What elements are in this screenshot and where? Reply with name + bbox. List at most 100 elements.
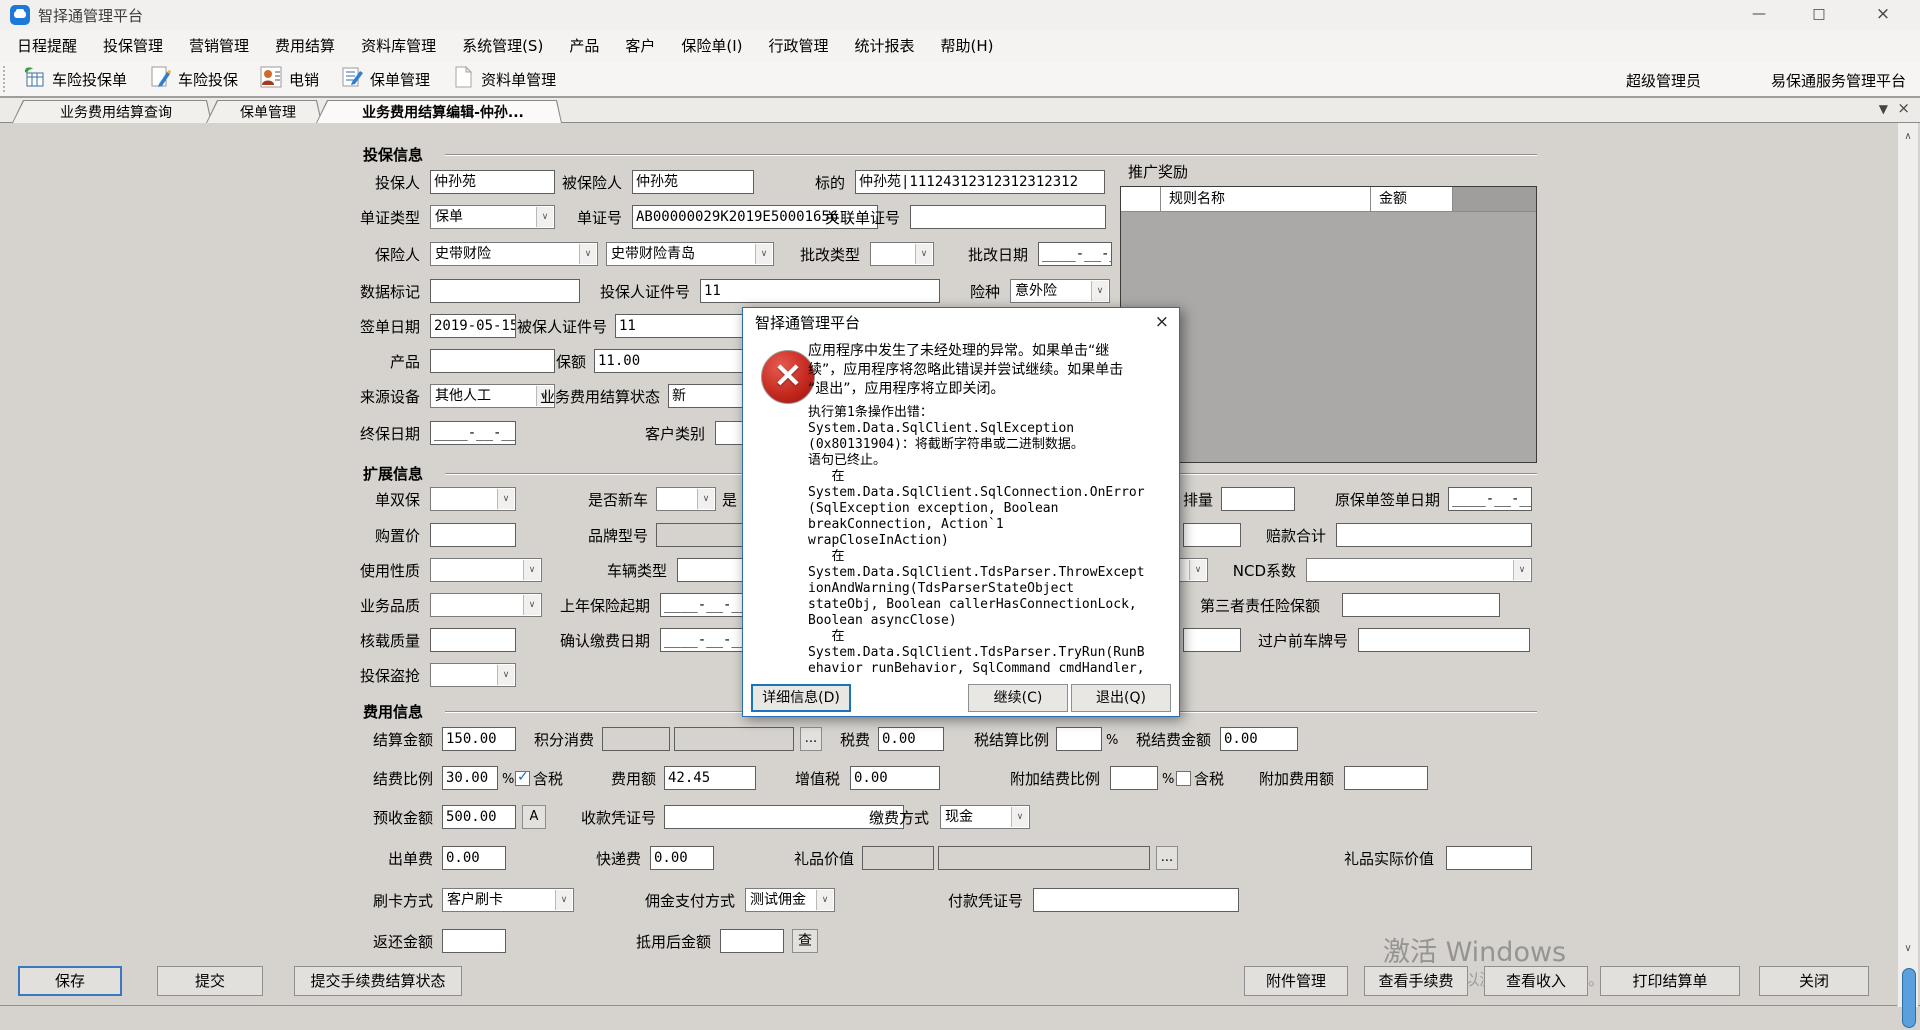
menu-report[interactable]: 统计报表 bbox=[842, 30, 928, 62]
tab-close-icon[interactable]: × bbox=[1897, 99, 1910, 117]
points-input[interactable] bbox=[602, 727, 670, 751]
brand-label: 品牌型号 bbox=[498, 523, 648, 549]
fee-ratio-input[interactable]: 30.00 bbox=[442, 766, 498, 790]
risk-select[interactable]: 意外险 bbox=[1010, 279, 1110, 303]
displacement-input[interactable] bbox=[1221, 487, 1295, 511]
minimize-button[interactable]: — bbox=[1736, 0, 1782, 30]
settle-status-input[interactable]: 新 bbox=[668, 384, 750, 408]
toolbar-label: 车险投保单 bbox=[52, 69, 127, 90]
continue-button[interactable]: 继续(C) bbox=[968, 684, 1068, 712]
last-start-label: 上年保险起期 bbox=[500, 593, 650, 619]
menu-admin[interactable]: 行政管理 bbox=[755, 30, 841, 62]
insured-id-input[interactable]: 11 bbox=[615, 314, 743, 338]
data-mark-label: 数据标记 bbox=[270, 279, 420, 305]
car-insure-button[interactable]: 车险投保 bbox=[141, 63, 252, 95]
menu-bar: 日程提醒 投保管理 营销管理 费用结算 资料库管理 系统管理(S) 产品 客户 … bbox=[0, 30, 1920, 62]
menu-policy[interactable]: 保险单(I) bbox=[668, 30, 755, 62]
tab-list-dropdown-icon[interactable]: ▼ bbox=[1879, 102, 1888, 116]
toolbar-label: 车险投保 bbox=[178, 69, 238, 90]
menu-insure-mgmt[interactable]: 投保管理 bbox=[90, 30, 176, 62]
telesales-button[interactable]: 电销 bbox=[252, 63, 333, 95]
tax-ratio-label: 税结算比例 bbox=[899, 727, 1049, 753]
vertical-scrollbar[interactable]: ∧ ∨ bbox=[1897, 123, 1918, 1007]
menu-product[interactable]: 产品 bbox=[556, 30, 612, 62]
policy-manage-button[interactable]: 保单管理 bbox=[333, 63, 444, 95]
quit-button[interactable]: 退出(Q) bbox=[1071, 684, 1171, 712]
end-date-input[interactable]: ____-__-__ bbox=[430, 421, 516, 445]
submit-button[interactable]: 提交 bbox=[157, 966, 263, 996]
refund-label: 返还金额 bbox=[283, 929, 433, 955]
platform-name: 易保通服务管理平台 bbox=[1771, 70, 1906, 91]
menu-help[interactable]: 帮助(H) bbox=[928, 30, 1007, 62]
scrollbar-thumb[interactable] bbox=[1902, 968, 1916, 1028]
new-car-select[interactable] bbox=[656, 487, 716, 511]
dialog-close-icon[interactable]: × bbox=[1155, 308, 1169, 338]
gift-actual-input[interactable] bbox=[1446, 846, 1532, 870]
insurer-select[interactable]: 史带财险 bbox=[430, 242, 598, 266]
sign-date-label: 签单日期 bbox=[270, 314, 420, 340]
menu-fee-settle[interactable]: 费用结算 bbox=[262, 30, 348, 62]
prev-plate-input[interactable] bbox=[1358, 628, 1530, 652]
menu-marketing[interactable]: 营销管理 bbox=[176, 30, 262, 62]
insured-label: 被保险人 bbox=[472, 170, 622, 196]
prepaid-input[interactable]: 500.00 bbox=[442, 805, 516, 829]
gift-actual-label: 礼品实际价值 bbox=[1284, 846, 1434, 872]
rel-doc-no-label: 关联单证号 bbox=[750, 205, 900, 231]
query-button[interactable]: 查 bbox=[792, 929, 818, 953]
orig-sign-date-input[interactable]: ____-__-__ bbox=[1448, 487, 1532, 511]
pay-receipt-no-input[interactable] bbox=[1033, 888, 1239, 912]
extra-fee-input[interactable] bbox=[1344, 766, 1428, 790]
print-settlement-button[interactable]: 打印结算单 bbox=[1600, 966, 1740, 996]
submit-status-button[interactable]: 提交手续费结算状态 bbox=[294, 966, 462, 996]
toolbar-label: 电销 bbox=[289, 69, 319, 90]
view-fee-button[interactable]: 查看手续费 bbox=[1364, 966, 1468, 996]
amount-input[interactable]: 11.00 bbox=[594, 349, 744, 373]
fee-ratio-label: 结费比例 bbox=[283, 766, 433, 792]
menu-schedule[interactable]: 日程提醒 bbox=[4, 30, 90, 62]
rel-doc-no-input[interactable] bbox=[910, 205, 1106, 229]
usage-label: 使用性质 bbox=[270, 558, 420, 584]
scroll-up-icon[interactable]: ∧ bbox=[1898, 131, 1918, 142]
endorse-date-input[interactable]: ____-__-__ bbox=[1038, 242, 1112, 266]
tax-fee-amount-input[interactable]: 0.00 bbox=[1220, 727, 1298, 751]
close-page-button[interactable]: 关闭 bbox=[1759, 966, 1869, 996]
details-button[interactable]: 详细信息(D) bbox=[751, 684, 851, 712]
scroll-down-icon[interactable]: ∨ bbox=[1898, 943, 1918, 954]
reward-col-selector bbox=[1121, 187, 1161, 212]
pay-method-select[interactable]: 现金 bbox=[940, 805, 1030, 829]
vat-input[interactable]: 0.00 bbox=[850, 766, 940, 790]
endorse-date-label: 批改日期 bbox=[878, 242, 1028, 268]
close-button[interactable]: × bbox=[1860, 0, 1906, 30]
menu-library[interactable]: 资料库管理 bbox=[348, 30, 449, 62]
document-manage-button[interactable]: 资料单管理 bbox=[444, 63, 570, 95]
commission-method-label: 佣金支付方式 bbox=[585, 888, 735, 914]
menu-system[interactable]: 系统管理(S) bbox=[449, 30, 556, 62]
maximize-button[interactable]: □ bbox=[1796, 0, 1842, 30]
card-method-select[interactable]: 客户刷卡 bbox=[442, 888, 574, 912]
gift-value-input[interactable] bbox=[862, 846, 934, 870]
refund-input[interactable] bbox=[442, 929, 506, 953]
car-policy-form-button[interactable]: 车险投保单 bbox=[15, 63, 141, 95]
gift-browse-button[interactable]: ... bbox=[1156, 846, 1178, 870]
menu-customer[interactable]: 客户 bbox=[612, 30, 668, 62]
commission-method-select[interactable]: 测试佣金 bbox=[745, 888, 835, 912]
tab-fee-settle-edit[interactable]: 业务费用结算编辑-仲孙... bbox=[316, 100, 562, 123]
extra-ratio-input[interactable] bbox=[1110, 766, 1158, 790]
gift-detail-input[interactable] bbox=[938, 846, 1150, 870]
insured-input[interactable]: 仲孙苑 bbox=[632, 170, 754, 194]
bottom-divider bbox=[0, 1005, 1920, 1006]
ncd-select[interactable] bbox=[1306, 558, 1532, 582]
tab-fee-settle-query[interactable]: 业务费用结算查询 bbox=[12, 100, 212, 123]
tab-policy-manage[interactable]: 保单管理 bbox=[206, 100, 322, 123]
app-logo-icon bbox=[10, 5, 30, 25]
theft-select[interactable] bbox=[430, 663, 516, 687]
view-income-button[interactable]: 查看收入 bbox=[1484, 966, 1588, 996]
product-label: 产品 bbox=[270, 349, 420, 375]
third-party-input[interactable] bbox=[1342, 593, 1500, 617]
save-button[interactable]: 保存 bbox=[18, 966, 122, 996]
after-offset-input[interactable] bbox=[720, 929, 784, 953]
claim-total-input[interactable] bbox=[1336, 523, 1532, 547]
attachment-button[interactable]: 附件管理 bbox=[1244, 966, 1348, 996]
after-offset-label: 抵用后金额 bbox=[561, 929, 711, 955]
subject-input[interactable]: 仲孙苑|11124312312312312312 bbox=[855, 170, 1105, 194]
